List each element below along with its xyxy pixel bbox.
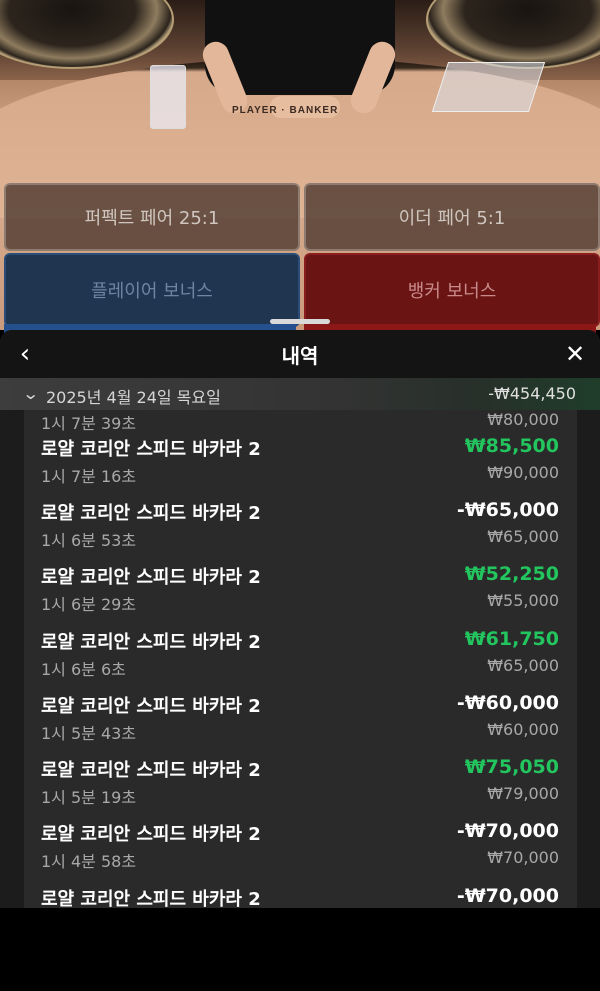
result-amount: -₩70,000 (456, 820, 559, 842)
date-total: -₩454,450 (488, 384, 576, 403)
perfect-pair-bet-button[interactable]: 퍼펙트 페어 25:1 (4, 183, 300, 251)
round-time: 1시 5분 19초 (41, 788, 137, 807)
date-label: 2025년 4월 24일 목요일 (46, 388, 221, 407)
round-time: 1시 5분 43초 (41, 724, 137, 743)
game-name: 로얄 코리안 스피드 바카라 2 (41, 567, 261, 588)
sheet-title: 내역 (281, 344, 319, 368)
list-item[interactable]: 로얄 코리안 스피드 바카라 2 ₩52,250 1시 6분 29초 ₩55,0… (24, 563, 577, 627)
list-item[interactable]: 로얄 코리안 스피드 바카라 2 ₩61,750 1시 6분 6초 ₩65,00… (24, 628, 577, 692)
banker-bonus-bet-button[interactable]: 뱅커 보너스 (304, 253, 600, 327)
list-item[interactable]: 로얄 코리안 스피드 바카라 2 -₩60,000 1시 5분 43초 ₩60,… (24, 692, 577, 756)
result-amount: ₩85,500 (464, 435, 559, 457)
round-time: 1시 6분 29초 (41, 595, 137, 614)
either-pair-bet-button[interactable]: 이더 페어 5:1 (304, 183, 600, 251)
result-amount: -₩60,000 (456, 692, 559, 714)
bet-amount: ₩55,000 (487, 591, 559, 610)
perfect-pair-label: 퍼펙트 페어 25:1 (84, 208, 220, 229)
bet-amount: ₩80,000 (487, 410, 559, 429)
game-name: 로얄 코리안 스피드 바카라 2 (41, 696, 261, 717)
list-item[interactable]: 로얄 코리안 스피드 바카라 2 -₩65,000 1시 6분 53초 ₩65,… (24, 499, 577, 563)
game-name: 로얄 코리안 스피드 바카라 2 (41, 632, 261, 653)
history-list[interactable]: 1시 7분 39초 ₩80,000 로얄 코리안 스피드 바카라 2 ₩85,5… (24, 410, 577, 908)
card-discard-holder (150, 65, 186, 129)
bet-amount: ₩65,000 (487, 527, 559, 546)
bet-amount: ₩70,000 (487, 848, 559, 867)
round-time: 1시 4분 58초 (41, 852, 137, 871)
bet-amount: ₩65,000 (487, 656, 559, 675)
bet-amount: ₩60,000 (487, 720, 559, 739)
empty-area (0, 908, 600, 991)
game-name: 로얄 코리안 스피드 바카라 2 (41, 760, 261, 781)
close-icon[interactable]: ✕ (562, 340, 588, 368)
game-name: 로얄 코리안 스피드 바카라 2 (41, 503, 261, 524)
sheet-header: ‹ 내역 ✕ (0, 330, 600, 378)
player-bonus-label: 플레이어 보너스 (91, 281, 213, 302)
round-time: 1시 7분 39초 (41, 414, 137, 433)
bet-amount: ₩79,000 (487, 784, 559, 803)
player-bonus-bet-button[interactable]: 플레이어 보너스 (4, 253, 300, 327)
banker-bonus-label: 뱅커 보너스 (407, 281, 497, 302)
result-amount: -₩65,000 (456, 499, 559, 521)
game-name: 로얄 코리안 스피드 바카라 2 (41, 889, 261, 908)
round-time: 1시 6분 6초 (41, 660, 126, 679)
table-print: PLAYER · BANKER (232, 105, 339, 116)
either-pair-label: 이더 페어 5:1 (398, 208, 506, 229)
round-time: 1시 6분 53초 (41, 531, 137, 550)
result-amount: -₩70,000 (456, 885, 559, 907)
result-amount: ₩52,250 (464, 563, 559, 585)
game-name: 로얄 코리안 스피드 바카라 2 (41, 439, 261, 460)
list-item[interactable]: 로얄 코리안 스피드 바카라 2 ₩85,500 1시 7분 16초 ₩90,0… (24, 435, 577, 499)
date-group-header[interactable]: ⌄ 2025년 4월 24일 목요일 -₩454,450 (0, 378, 600, 410)
list-item[interactable]: 로얄 코리안 스피드 바카라 2 ₩75,050 1시 5분 19초 ₩79,0… (24, 756, 577, 820)
history-sheet: ‹ 내역 ✕ ⌄ 2025년 4월 24일 목요일 -₩454,450 1시 7… (0, 330, 600, 908)
result-amount: ₩75,050 (464, 756, 559, 778)
round-time: 1시 7분 16초 (41, 467, 137, 486)
list-item[interactable]: 로얄 코리안 스피드 바카라 2 -₩70,000 1시 4분 58초 ₩70,… (24, 820, 577, 884)
result-amount: ₩61,750 (464, 628, 559, 650)
bet-amount: ₩90,000 (487, 463, 559, 482)
list-item[interactable]: 로얄 코리안 스피드 바카라 2 -₩70,000 (24, 885, 577, 908)
chevron-down-icon: ⌄ (21, 384, 40, 403)
card-shoe (431, 62, 546, 112)
sheet-drag-handle[interactable] (270, 319, 330, 324)
game-name: 로얄 코리안 스피드 바카라 2 (41, 824, 261, 845)
